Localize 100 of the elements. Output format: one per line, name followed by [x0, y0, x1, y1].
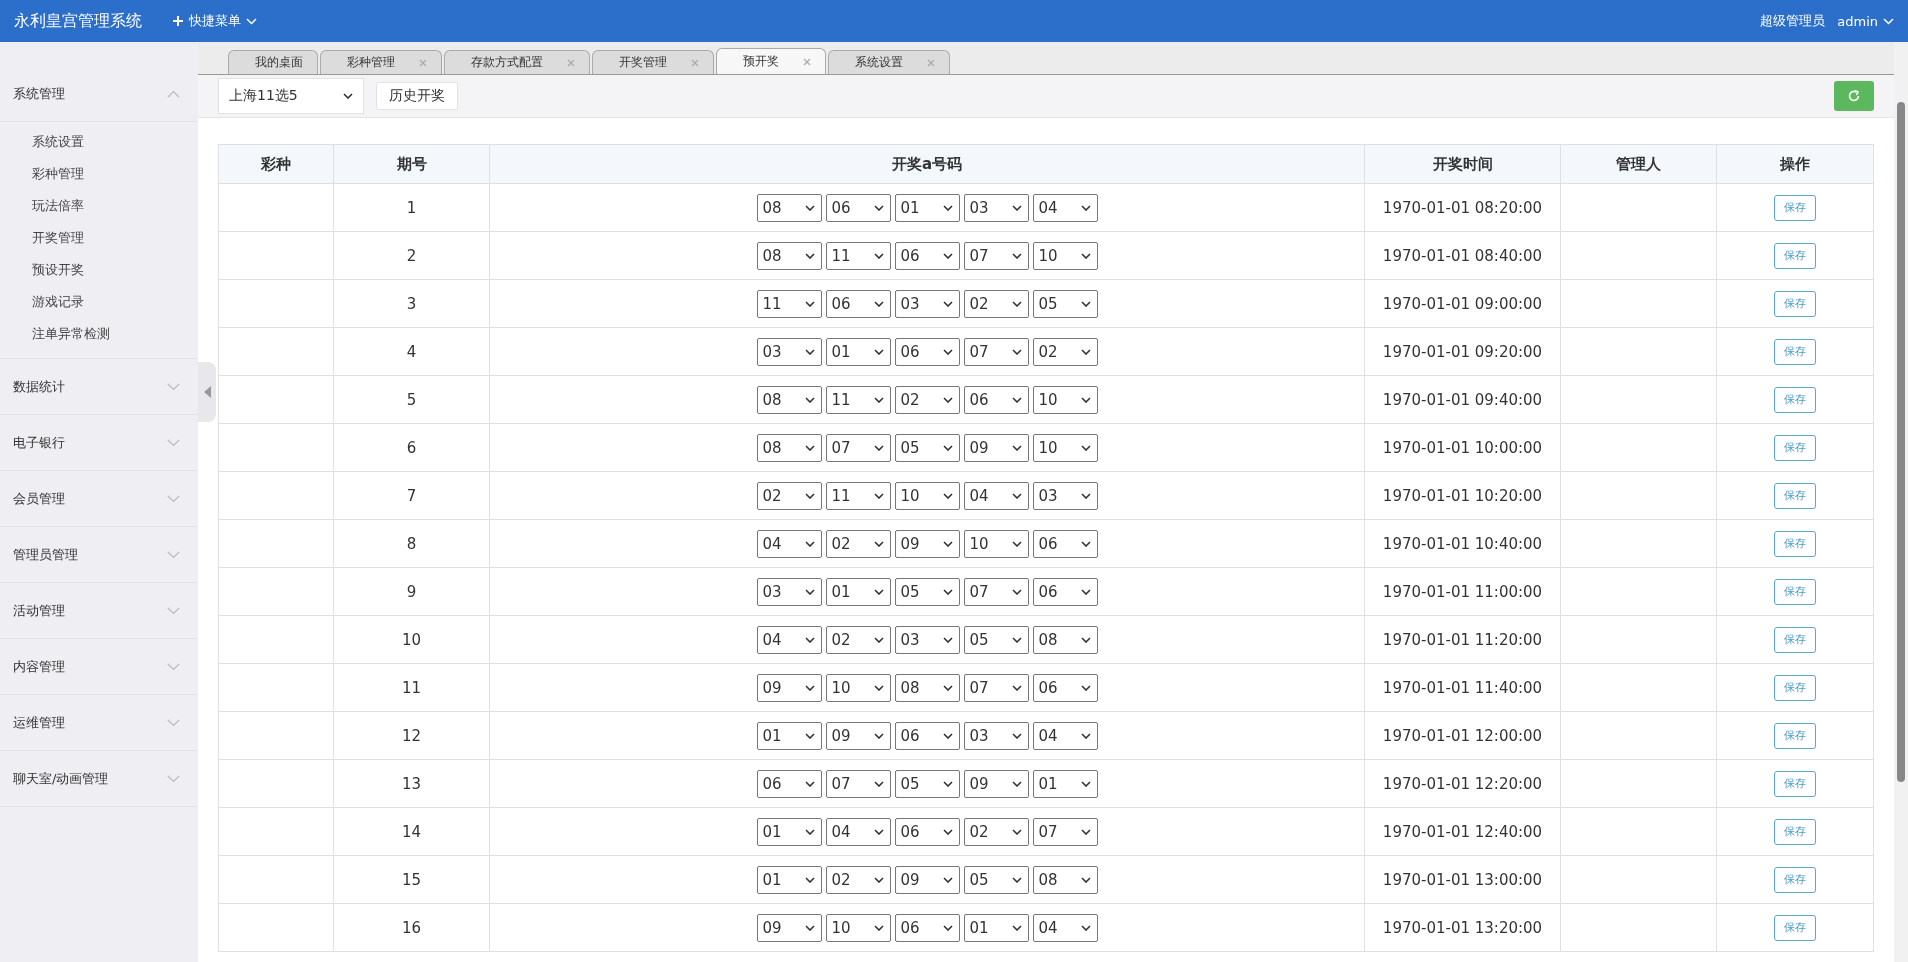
lottery-select[interactable]: 上海11选5	[218, 78, 364, 114]
tab[interactable]: 我的桌面	[228, 50, 318, 74]
number-select[interactable]: 07	[963, 577, 1029, 606]
sidebar-group[interactable]: 聊天室/动画管理	[0, 751, 198, 806]
number-select[interactable]: 07	[1032, 817, 1098, 846]
number-select[interactable]: 04	[756, 529, 822, 558]
quick-menu-button[interactable]: 快捷菜单	[172, 12, 257, 30]
tab[interactable]: 彩种管理	[320, 50, 442, 74]
close-icon[interactable]	[691, 58, 699, 67]
number-select[interactable]: 04	[1032, 193, 1098, 222]
sidebar-group[interactable]: 系统管理	[0, 66, 198, 121]
number-select[interactable]: 04	[756, 625, 822, 654]
number-select[interactable]: 06	[894, 817, 960, 846]
tab[interactable]: 预开奖	[716, 48, 826, 74]
number-select[interactable]: 06	[894, 913, 960, 942]
sidebar-group[interactable]: 会员管理	[0, 471, 198, 526]
number-select[interactable]: 02	[825, 865, 891, 894]
number-select[interactable]: 05	[963, 865, 1029, 894]
collapse-sidebar-handle[interactable]	[198, 362, 216, 422]
number-select[interactable]: 08	[756, 241, 822, 270]
number-select[interactable]: 11	[756, 289, 822, 318]
number-select[interactable]: 07	[963, 673, 1029, 702]
number-select[interactable]: 03	[963, 193, 1029, 222]
number-select[interactable]: 08	[756, 433, 822, 462]
tab[interactable]: 开奖管理	[592, 50, 714, 74]
sidebar-group[interactable]: 运维管理	[0, 695, 198, 750]
number-select[interactable]: 08	[1032, 865, 1098, 894]
number-select[interactable]: 04	[963, 481, 1029, 510]
number-select[interactable]: 02	[825, 529, 891, 558]
number-select[interactable]: 05	[894, 577, 960, 606]
number-select[interactable]: 02	[825, 625, 891, 654]
sidebar-group[interactable]: 管理员管理	[0, 527, 198, 582]
number-select[interactable]: 06	[1032, 529, 1098, 558]
number-select[interactable]: 01	[825, 577, 891, 606]
sidebar-item[interactable]: 预设开奖	[0, 254, 84, 286]
number-select[interactable]: 03	[756, 577, 822, 606]
number-select[interactable]: 01	[825, 337, 891, 366]
number-select[interactable]: 09	[756, 913, 822, 942]
number-select[interactable]: 01	[756, 865, 822, 894]
number-select[interactable]: 06	[825, 193, 891, 222]
tab[interactable]: 存款方式配置	[444, 50, 590, 74]
sidebar-item[interactable]: 玩法倍率	[0, 190, 84, 222]
number-select[interactable]: 06	[894, 337, 960, 366]
number-select[interactable]: 06	[756, 769, 822, 798]
number-select[interactable]: 07	[963, 337, 1029, 366]
number-select[interactable]: 09	[963, 433, 1029, 462]
number-select[interactable]: 09	[963, 769, 1029, 798]
number-select[interactable]: 03	[894, 625, 960, 654]
number-select[interactable]: 02	[894, 385, 960, 414]
close-icon[interactable]	[567, 58, 575, 67]
number-select[interactable]: 07	[963, 241, 1029, 270]
number-select[interactable]: 05	[894, 769, 960, 798]
close-icon[interactable]	[927, 58, 935, 67]
number-select[interactable]: 10	[825, 913, 891, 942]
number-select[interactable]: 11	[825, 385, 891, 414]
number-select[interactable]: 01	[756, 721, 822, 750]
number-select[interactable]: 06	[963, 385, 1029, 414]
user-menu[interactable]: admin	[1837, 13, 1894, 29]
number-select[interactable]: 06	[894, 241, 960, 270]
close-icon[interactable]	[803, 57, 811, 66]
sidebar-group[interactable]: 数据统计	[0, 359, 198, 414]
number-select[interactable]: 09	[756, 673, 822, 702]
number-select[interactable]: 02	[756, 481, 822, 510]
scrollbar[interactable]	[1894, 42, 1908, 962]
sidebar-group[interactable]: 内容管理	[0, 639, 198, 694]
number-select[interactable]: 06	[825, 289, 891, 318]
number-select[interactable]: 08	[756, 385, 822, 414]
number-select[interactable]: 09	[825, 721, 891, 750]
number-select[interactable]: 10	[1032, 433, 1098, 462]
number-select[interactable]: 09	[894, 865, 960, 894]
sidebar-item[interactable]: 游戏记录	[0, 286, 84, 318]
number-select[interactable]: 10	[1032, 385, 1098, 414]
history-button[interactable]: 历史开奖	[376, 82, 458, 110]
sidebar-item[interactable]: 注单异常检测	[0, 318, 110, 350]
number-select[interactable]: 11	[825, 241, 891, 270]
number-select[interactable]: 01	[756, 817, 822, 846]
number-select[interactable]: 08	[756, 193, 822, 222]
sidebar-item[interactable]: 系统设置	[0, 126, 84, 158]
number-select[interactable]: 05	[963, 625, 1029, 654]
sidebar-item[interactable]: 彩种管理	[0, 158, 84, 190]
sidebar-item[interactable]: 开奖管理	[0, 222, 84, 254]
close-icon[interactable]	[419, 58, 427, 67]
number-select[interactable]: 10	[963, 529, 1029, 558]
number-select[interactable]: 04	[1032, 721, 1098, 750]
number-select[interactable]: 08	[1032, 625, 1098, 654]
number-select[interactable]: 06	[894, 721, 960, 750]
number-select[interactable]: 06	[1032, 577, 1098, 606]
number-select[interactable]: 02	[1032, 337, 1098, 366]
number-select[interactable]: 03	[963, 721, 1029, 750]
number-select[interactable]: 02	[963, 289, 1029, 318]
number-select[interactable]: 02	[963, 817, 1029, 846]
number-select[interactable]: 03	[756, 337, 822, 366]
number-select[interactable]: 04	[1032, 913, 1098, 942]
sidebar-group[interactable]: 电子银行	[0, 415, 198, 470]
number-select[interactable]: 05	[1032, 289, 1098, 318]
sidebar-group[interactable]: 活动管理	[0, 583, 198, 638]
number-select[interactable]: 01	[1032, 769, 1098, 798]
number-select[interactable]: 10	[1032, 241, 1098, 270]
number-select[interactable]: 01	[963, 913, 1029, 942]
number-select[interactable]: 08	[894, 673, 960, 702]
